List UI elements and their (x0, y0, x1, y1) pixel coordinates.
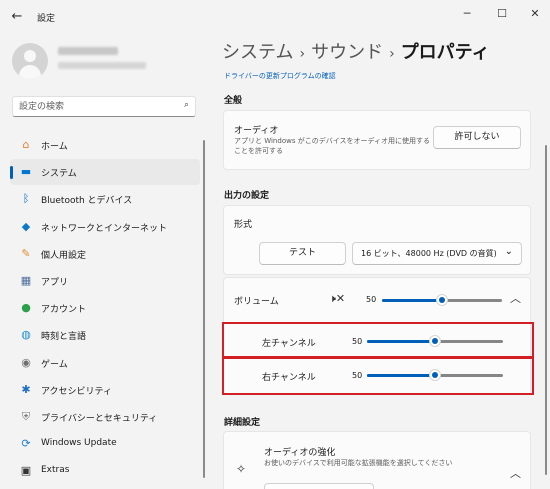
content-scrollbar[interactable] (545, 145, 547, 475)
avatar-head (24, 50, 36, 62)
slider-thumb[interactable] (436, 294, 448, 306)
volume-slider[interactable] (382, 293, 502, 307)
breadcrumb-separator: › (299, 46, 306, 62)
home-icon: ⌂ (22, 138, 30, 151)
selected-indicator (10, 166, 13, 180)
gamepad-icon: ◉ (21, 355, 31, 369)
sidebar-item-label: 個人用設定 (41, 250, 87, 261)
audio-card: オーディオ アプリと Windows がこのデバイスをオーディオ用に使用する こ… (223, 110, 531, 170)
sidebar-item-label: ゲーム (41, 359, 68, 370)
sidebar-item-label: アプリ (41, 278, 69, 288)
highlight-box-left-channel (222, 322, 534, 358)
breadcrumb: システム › サウンド › プロパティ (222, 38, 490, 64)
globe-clock-icon: ◍ (21, 328, 31, 342)
user-email-redacted (58, 62, 146, 69)
volume-value: 50 (366, 295, 377, 304)
chevron-up-icon[interactable]: ︿ (510, 465, 521, 481)
app-title: 設定 (37, 14, 56, 24)
deny-audio-button[interactable]: 許可しない (433, 126, 521, 149)
test-button[interactable]: テスト (259, 242, 346, 265)
sidebar-item-6[interactable]: ● アカウント (10, 295, 200, 321)
sidebar-item-3[interactable]: ◆ ネットワークとインターネット (10, 214, 200, 240)
title-bar: ← 設定 ─ ☐ ✕ (0, 0, 550, 34)
extras-icon: ▣ (20, 464, 32, 478)
sparkle-icon: ✧ (236, 462, 247, 476)
enhance-title: オーディオの強化 (264, 448, 336, 458)
apps-icon: ▦ (20, 274, 32, 287)
enhance-card: ✧ オーディオの強化 お使いのデバイスで利用可能な拡張機能を選択してください ︿ (223, 431, 531, 489)
wifi-icon: ◆ (21, 219, 31, 233)
audio-title: オーディオ (234, 126, 279, 136)
sidebar-item-label: アクセシビリティ (41, 386, 113, 397)
format-card: 形式 テスト 16 ビット、48000 Hz (DVD の音質) ⌄ (223, 205, 531, 275)
sidebar-item-8[interactable]: ◉ ゲーム (10, 350, 200, 376)
enhance-description: お使いのデバイスで利用可能な拡張機能を選択してください (264, 459, 453, 467)
advanced-heading: 詳細設定 (224, 418, 261, 428)
update-icon: ⟳ (21, 437, 31, 451)
sidebar-item-2[interactable]: ᛒ Bluetooth とデバイス (10, 186, 200, 212)
shield-icon: ⛨ (21, 410, 31, 423)
maximize-button[interactable]: ☐ (487, 4, 517, 24)
sidebar-item-label: 時刻と言語 (41, 332, 87, 343)
search-icon[interactable]: ⌕ (184, 100, 189, 110)
format-label: 形式 (234, 220, 253, 230)
sidebar-item-5[interactable]: ▦ アプリ (10, 268, 200, 294)
driver-update-link[interactable]: ドライバーの更新プログラムの確認 (224, 71, 336, 81)
sidebar-item-9[interactable]: ✱ アクセシビリティ (10, 377, 200, 403)
sidebar-item-1[interactable]: ▬ システム (10, 159, 200, 186)
audio-desc-line2: ことを許可する (234, 147, 283, 155)
enhance-dropdown[interactable] (264, 483, 374, 489)
paintbrush-icon: ✎ (21, 246, 31, 260)
sidebar-item-label: Extras (41, 465, 70, 476)
back-arrow-icon[interactable]: ← (8, 8, 26, 26)
search-box[interactable]: ⌕ (12, 96, 196, 117)
close-button[interactable]: ✕ (520, 4, 550, 24)
user-name-redacted (58, 47, 118, 55)
sidebar-scrollbar[interactable] (203, 140, 205, 478)
slider-fill (382, 299, 442, 302)
audio-description: アプリと Windows がこのデバイスをオーディオ用に使用する ことを許可する (234, 136, 430, 156)
sidebar-item-label: ホーム (41, 142, 68, 152)
breadcrumb-system[interactable]: システム (222, 42, 293, 63)
chevron-down-icon: ⌄ (504, 246, 513, 257)
chevron-up-icon[interactable]: ︿ (510, 290, 521, 306)
format-dropdown-value: 16 ビット、48000 Hz (DVD の音質) (361, 249, 497, 258)
bluetooth-icon: ᛒ (22, 192, 30, 206)
page-title: プロパティ (400, 42, 490, 63)
general-heading: 全般 (224, 96, 243, 106)
sidebar-item-label: Bluetooth とデバイス (41, 196, 133, 207)
sidebar-item-label: Windows Update (41, 438, 117, 449)
avatar[interactable] (12, 43, 48, 79)
account-icon: ● (21, 301, 31, 315)
highlight-box-right-channel (222, 357, 534, 395)
minimize-button[interactable]: ─ (452, 4, 482, 24)
sidebar-item-0[interactable]: ⌂ ホーム (10, 132, 200, 158)
volume-label: ボリューム (234, 297, 279, 307)
sidebar-item-4[interactable]: ✎ 個人用設定 (10, 241, 200, 267)
sidebar-item-12[interactable]: ▣ Extras (10, 458, 200, 484)
sidebar-item-label: システム (41, 169, 77, 180)
speaker-mute-icon[interactable]: 🕨✕ (329, 292, 345, 306)
sidebar-item-label: ネットワークとインターネット (41, 223, 168, 234)
accessibility-icon: ✱ (21, 382, 31, 396)
audio-desc-line1: アプリと Windows がこのデバイスをオーディオ用に使用する (234, 137, 430, 145)
sidebar-item-label: アカウント (41, 305, 87, 316)
avatar-body (19, 65, 41, 79)
sidebar-item-10[interactable]: ⛨ プライバシーとセキュリティ (10, 404, 200, 430)
sidebar-item-label: プライバシーとセキュリティ (41, 414, 158, 424)
sidebar-item-11[interactable]: ⟳ Windows Update (10, 431, 200, 457)
display-icon: ▬ (20, 165, 32, 179)
search-input[interactable] (19, 100, 179, 114)
breadcrumb-separator: › (389, 46, 395, 62)
sidebar-item-7[interactable]: ◍ 時刻と言語 (10, 322, 200, 348)
breadcrumb-sound[interactable]: サウンド (311, 42, 383, 63)
output-heading: 出力の設定 (224, 191, 270, 201)
format-dropdown[interactable]: 16 ビット、48000 Hz (DVD の音質) ⌄ (352, 242, 522, 265)
